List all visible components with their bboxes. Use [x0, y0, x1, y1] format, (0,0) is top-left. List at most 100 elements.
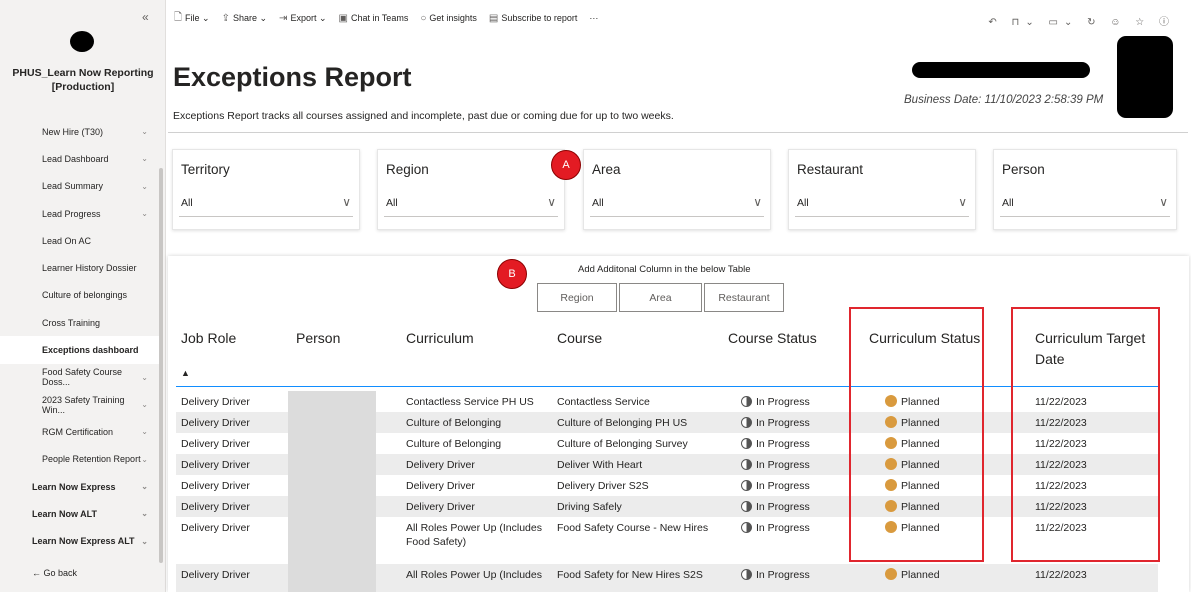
cell-course-text: Culture of Belonging Survey: [557, 438, 688, 450]
region-label: Region: [386, 162, 429, 177]
chevron-down-icon[interactable]: ⌄: [141, 509, 148, 518]
sidebar-item-label: Learner History Dossier: [42, 263, 137, 274]
redacted-person: [288, 475, 376, 496]
restaurant-label: Restaurant: [797, 162, 864, 177]
toolbar-right-icons[interactable]: ↶ ⊓⌄ ▭⌄ ↻ ☺ ☆ ⓘ: [988, 13, 1175, 28]
add-area-column-button[interactable]: Area: [619, 283, 702, 312]
chevron-down-icon[interactable]: ⌄: [141, 537, 148, 546]
share-menu[interactable]: ⇪ Share ⌄: [222, 13, 267, 24]
cell-course: Driving Safely: [557, 500, 622, 514]
cell-course-status-text: In Progress: [756, 417, 810, 429]
sidebar-item[interactable]: RGM Certification ⌄: [0, 418, 160, 445]
chevron-down-icon[interactable]: ⌄: [141, 427, 148, 436]
more-options-button[interactable]: ···: [589, 13, 598, 23]
app-title: PHUS_Learn Now Reporting [Production]: [10, 66, 156, 94]
sidebar-item[interactable]: New Hire (T30) ⌄: [0, 118, 160, 145]
sidebar-item[interactable]: Cross Training: [0, 309, 160, 336]
chevron-down-icon[interactable]: ⌄: [141, 373, 148, 382]
sidebar-item-label: Lead Summary: [42, 181, 104, 192]
chevron-down-icon[interactable]: ∨: [547, 195, 556, 209]
person-value[interactable]: All: [1002, 197, 1014, 209]
cell-curriculum-text: All Roles Power Up (Includes: [406, 522, 542, 534]
col-header-person[interactable]: Person: [296, 328, 340, 349]
cell-curriculum-text: All Roles Power Up (Includes: [406, 569, 542, 581]
cell-curriculum-text: Delivery Driver: [406, 459, 475, 471]
in-progress-icon: [741, 396, 752, 407]
col-header-course[interactable]: Course: [557, 328, 602, 349]
region-value[interactable]: All: [386, 197, 398, 209]
sidebar-item[interactable]: Learn Now Express ALT ⌄: [0, 527, 160, 554]
insights-label: Get insights: [429, 13, 477, 23]
chevron-down-icon[interactable]: ⌄: [141, 455, 148, 464]
redacted-person: [288, 564, 376, 592]
restaurant-slicer[interactable]: Restaurant All ∨: [788, 149, 976, 230]
sidebar-item[interactable]: Lead Progress ⌄: [0, 200, 160, 227]
area-slicer[interactable]: Area All ∨: [583, 149, 771, 230]
col-header-course-status[interactable]: Course Status: [728, 328, 817, 349]
file-menu[interactable]: 🗋 File ⌄: [174, 10, 210, 27]
export-icon: ⇥: [279, 12, 288, 24]
redacted-person: [288, 517, 376, 564]
page-subtitle: Exceptions Report tracks all courses ass…: [173, 110, 674, 122]
chevron-down-icon[interactable]: ∨: [958, 195, 967, 209]
cell-curriculum: All Roles Power Up (Includes: [406, 568, 542, 582]
territory-slicer[interactable]: Territory All ∨: [172, 149, 360, 230]
sort-ascending-icon[interactable]: ▲: [181, 368, 190, 378]
export-menu[interactable]: ⇥ Export ⌄: [279, 13, 326, 24]
area-label: Area: [592, 162, 621, 177]
chat-in-teams-button[interactable]: ▣ Chat in Teams: [339, 13, 409, 24]
restaurant-value[interactable]: All: [797, 197, 809, 209]
sidebar-item[interactable]: Learn Now ALT ⌄: [0, 500, 160, 527]
chat-label: Chat in Teams: [350, 13, 409, 23]
cell-target-date-text: 11/22/2023: [1035, 569, 1087, 581]
sidebar-item[interactable]: Exceptions dashboard: [0, 336, 160, 364]
cell-job-role-text: Delivery Driver: [181, 569, 250, 581]
sidebar-item[interactable]: Food Safety Course Doss... ⌄: [0, 364, 160, 391]
sidebar-item-label: Food Safety Course Doss...: [42, 367, 123, 388]
chevron-down-icon[interactable]: ∨: [342, 195, 351, 209]
cell-curriculum: All Roles Power Up (Includes Food Safety): [406, 521, 542, 549]
subscribe-button[interactable]: ▤ Subscribe to report: [489, 13, 578, 24]
chevron-down-icon[interactable]: ⌄: [141, 127, 148, 136]
add-region-column-button[interactable]: Region: [537, 283, 617, 312]
chevron-down-icon[interactable]: ⌄: [141, 209, 148, 218]
chevron-down-icon[interactable]: ∨: [753, 195, 762, 209]
get-insights-button[interactable]: ○ Get insights: [420, 13, 477, 24]
redacted-person: [288, 391, 376, 412]
cell-course-text: Deliver With Heart: [557, 459, 643, 471]
territory-value[interactable]: All: [181, 197, 193, 209]
subscribe-label: Subscribe to report: [501, 13, 578, 23]
person-slicer[interactable]: Person All ∨: [993, 149, 1177, 230]
sidebar-scrollbar[interactable]: [159, 168, 163, 563]
table-row[interactable]: Delivery Driver All Roles Power Up (Inclu…: [176, 564, 1158, 592]
area-value[interactable]: All: [592, 197, 604, 209]
chevron-down-icon[interactable]: ⌄: [141, 400, 148, 409]
redacted-person: [288, 433, 376, 454]
sidebar-item[interactable]: Culture of belongings: [0, 282, 160, 309]
col-header-job-role[interactable]: Job Role: [181, 328, 236, 349]
sidebar-item[interactable]: Lead Summary ⌄: [0, 173, 160, 200]
collapse-sidebar-button[interactable]: «: [142, 10, 149, 24]
chevron-down-icon[interactable]: ∨: [1159, 195, 1168, 209]
sidebar-item[interactable]: Learner History Dossier: [0, 254, 160, 281]
redacted-avatar: [70, 31, 94, 52]
col-header-curriculum[interactable]: Curriculum: [406, 328, 474, 349]
cell-job-role-text: Delivery Driver: [181, 396, 250, 408]
chevron-down-icon[interactable]: ⌄: [141, 182, 148, 191]
sidebar-item-label: Learn Now Express: [32, 481, 116, 492]
person-label: Person: [1002, 162, 1045, 177]
sidebar-item[interactable]: Lead Dashboard ⌄: [0, 145, 160, 172]
region-slicer[interactable]: Region All ∨: [377, 149, 565, 230]
sidebar-item[interactable]: Learn Now Express ⌄: [0, 473, 160, 500]
sidebar-item[interactable]: People Retention Report ⌄: [0, 446, 160, 473]
cell-job-role: Delivery Driver: [181, 521, 250, 535]
annotation-marker-b: B: [497, 259, 527, 289]
sidebar-item[interactable]: Lead On AC: [0, 227, 160, 254]
chevron-down-icon[interactable]: ⌄: [141, 482, 148, 491]
cell-course-text: Food Safety Course - New Hires: [557, 522, 709, 534]
add-restaurant-column-button[interactable]: Restaurant: [704, 283, 784, 312]
go-back-link[interactable]: ← Go back: [0, 568, 77, 578]
sidebar-item[interactable]: 2023 Safety Training Win... ⌄: [0, 391, 160, 418]
chevron-down-icon[interactable]: ⌄: [141, 154, 148, 163]
cell-job-role-text: Delivery Driver: [181, 501, 250, 513]
